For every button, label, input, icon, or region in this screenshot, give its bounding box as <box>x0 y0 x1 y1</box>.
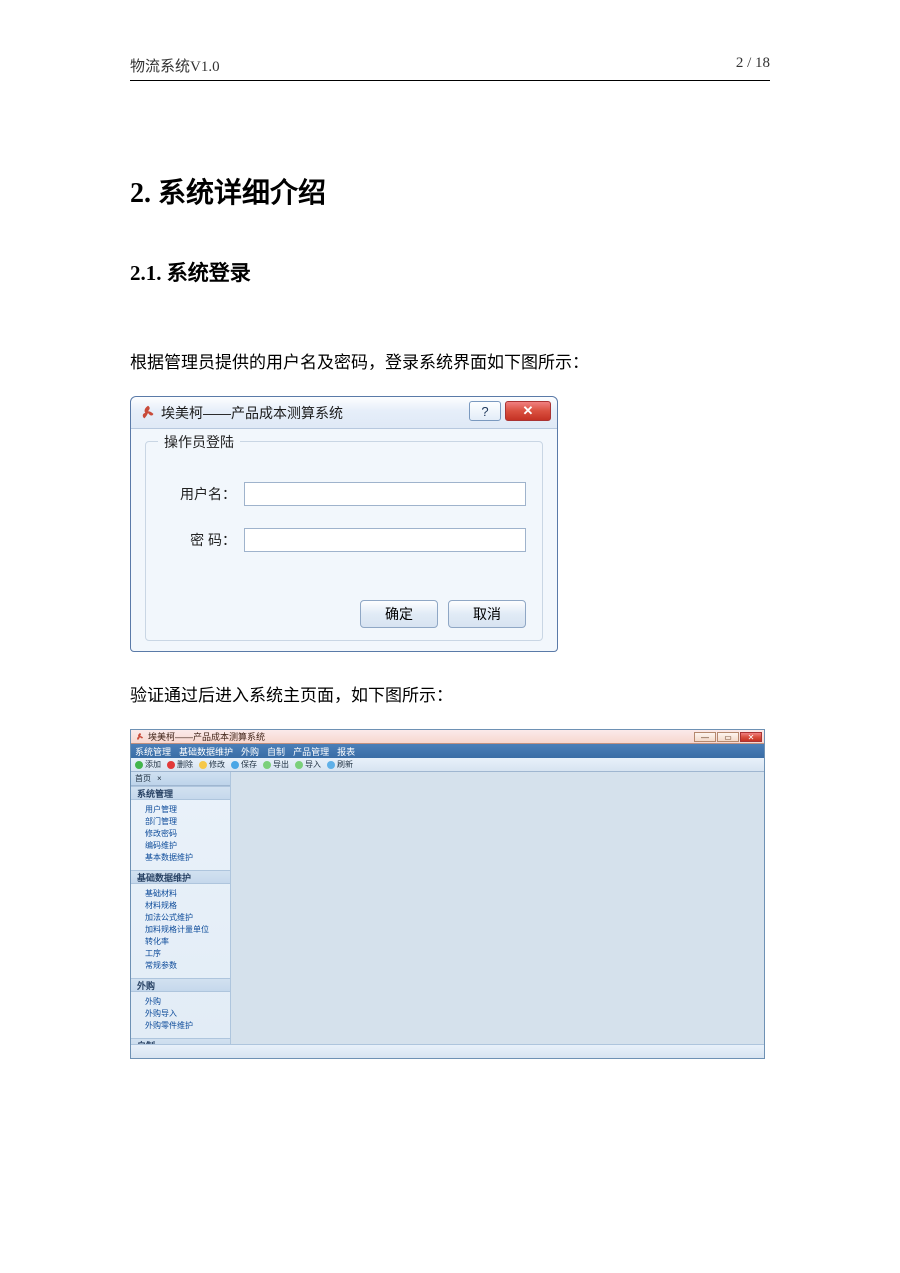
tool-import[interactable]: 导入 <box>295 759 321 770</box>
maximize-icon[interactable]: ▭ <box>717 732 739 742</box>
minimize-icon[interactable]: — <box>694 732 716 742</box>
app-logo-icon <box>139 404 157 422</box>
menu-item[interactable]: 外购 <box>241 745 259 758</box>
menu-item[interactable]: 产品管理 <box>293 745 329 758</box>
tool-label: 修改 <box>209 759 225 770</box>
sidebar-group-header[interactable]: 外购 <box>131 978 230 992</box>
app-logo-icon <box>135 732 145 742</box>
sidebar-tab[interactable]: 首页 <box>135 773 151 784</box>
sidebar-group-body: 外购外购导入外购零件维护 <box>131 992 230 1038</box>
tool-refresh[interactable]: 刷新 <box>327 759 353 770</box>
heading-2: 2.1. 系统登录 <box>130 257 770 287</box>
login-groupbox: 操作员登陆 用户名： 密 码： 确定 取消 <box>145 441 543 641</box>
menu-item[interactable]: 报表 <box>337 745 355 758</box>
sidebar-group-header[interactable]: 基础数据维护 <box>131 870 230 884</box>
password-label: 密 码： <box>162 530 244 550</box>
sidebar-group-body: 基础材料材料规格加法公式维护加料规格计量单位转化率工序常规参数 <box>131 884 230 978</box>
tool-label: 导入 <box>305 759 321 770</box>
dialog-titlebar: 埃美柯——产品成本测算系统 ? ✕ <box>131 397 557 429</box>
main-content-area <box>231 772 764 1044</box>
app-titlebar: 埃美柯——产品成本测算系统 — ▭ ✕ <box>131 730 764 744</box>
close-icon[interactable]: ✕ <box>740 732 762 742</box>
sidebar-item[interactable]: 基础材料 <box>145 888 230 900</box>
status-bar <box>131 1044 764 1058</box>
sidebar-item[interactable]: 编码维护 <box>145 840 230 852</box>
sidebar-item[interactable]: 修改密码 <box>145 828 230 840</box>
ok-button[interactable]: 确定 <box>360 600 438 628</box>
sidebar-item[interactable]: 基本数据维护 <box>145 852 230 864</box>
help-icon: ? <box>481 404 488 419</box>
sidebar-group-body: 用户管理部门管理修改密码编码维护基本数据维护 <box>131 800 230 870</box>
tool-export[interactable]: 导出 <box>263 759 289 770</box>
tab-close-icon[interactable]: × <box>157 774 162 783</box>
sidebar-item[interactable]: 工序 <box>145 948 230 960</box>
menu-item[interactable]: 自制 <box>267 745 285 758</box>
sidebar-item[interactable]: 转化率 <box>145 936 230 948</box>
close-icon: ✕ <box>523 403 534 419</box>
main-app-window: 埃美柯——产品成本测算系统 — ▭ ✕ 系统管理 基础数据维护 外购 自制 产品… <box>130 729 765 1059</box>
menu-item[interactable]: 系统管理 <box>135 745 171 758</box>
doc-title: 物流系统V1.0 <box>130 55 220 76</box>
paragraph-1: 根据管理员提供的用户名及密码，登录系统界面如下图所示： <box>130 349 770 376</box>
password-input[interactable] <box>244 528 526 552</box>
menu-item[interactable]: 基础数据维护 <box>179 745 233 758</box>
sidebar-item[interactable]: 材料规格 <box>145 900 230 912</box>
tool-label: 添加 <box>145 759 161 770</box>
sidebar-group-header[interactable]: 系统管理 <box>131 786 230 800</box>
paragraph-2: 验证通过后进入系统主页面，如下图所示： <box>130 682 770 709</box>
tool-label: 保存 <box>241 759 257 770</box>
sidebar-tabs: 首页 × <box>131 772 230 786</box>
tool-add[interactable]: 添加 <box>135 759 161 770</box>
help-button[interactable]: ? <box>469 401 501 421</box>
sidebar-item[interactable]: 加法公式维护 <box>145 912 230 924</box>
tool-label: 删除 <box>177 759 193 770</box>
tool-save[interactable]: 保存 <box>231 759 257 770</box>
cancel-button[interactable]: 取消 <box>448 600 526 628</box>
tool-edit[interactable]: 修改 <box>199 759 225 770</box>
menu-bar: 系统管理 基础数据维护 外购 自制 产品管理 报表 <box>131 744 764 758</box>
sidebar-item[interactable]: 用户管理 <box>145 804 230 816</box>
page-header: 物流系统V1.0 2 / 18 <box>130 55 770 81</box>
toolbar: 添加 删除 修改 保存 导出 导入 刷新 <box>131 758 764 772</box>
close-button[interactable]: ✕ <box>505 401 551 421</box>
dialog-title: 埃美柯——产品成本测算系统 <box>161 403 343 423</box>
tool-label: 刷新 <box>337 759 353 770</box>
sidebar-item[interactable]: 外购 <box>145 996 230 1008</box>
sidebar: 首页× 系统管理用户管理部门管理修改密码编码维护基本数据维护基础数据维护基础材料… <box>131 772 231 1044</box>
login-dialog: 埃美柯——产品成本测算系统 ? ✕ 操作员登陆 用户名： 密 码： 确定 <box>130 396 558 652</box>
username-label: 用户名： <box>162 484 244 504</box>
tool-label: 导出 <box>273 759 289 770</box>
page-number: 2 / 18 <box>736 55 770 76</box>
sidebar-item[interactable]: 常规参数 <box>145 960 230 972</box>
sidebar-item[interactable]: 部门管理 <box>145 816 230 828</box>
app-title-text: 埃美柯——产品成本测算系统 <box>148 730 265 743</box>
sidebar-item[interactable]: 外购导入 <box>145 1008 230 1020</box>
tool-delete[interactable]: 删除 <box>167 759 193 770</box>
sidebar-item[interactable]: 加料规格计量单位 <box>145 924 230 936</box>
heading-1: 2. 系统详细介绍 <box>130 171 770 211</box>
groupbox-legend: 操作员登陆 <box>158 432 240 452</box>
username-input[interactable] <box>244 482 526 506</box>
sidebar-item[interactable]: 外购零件维护 <box>145 1020 230 1032</box>
